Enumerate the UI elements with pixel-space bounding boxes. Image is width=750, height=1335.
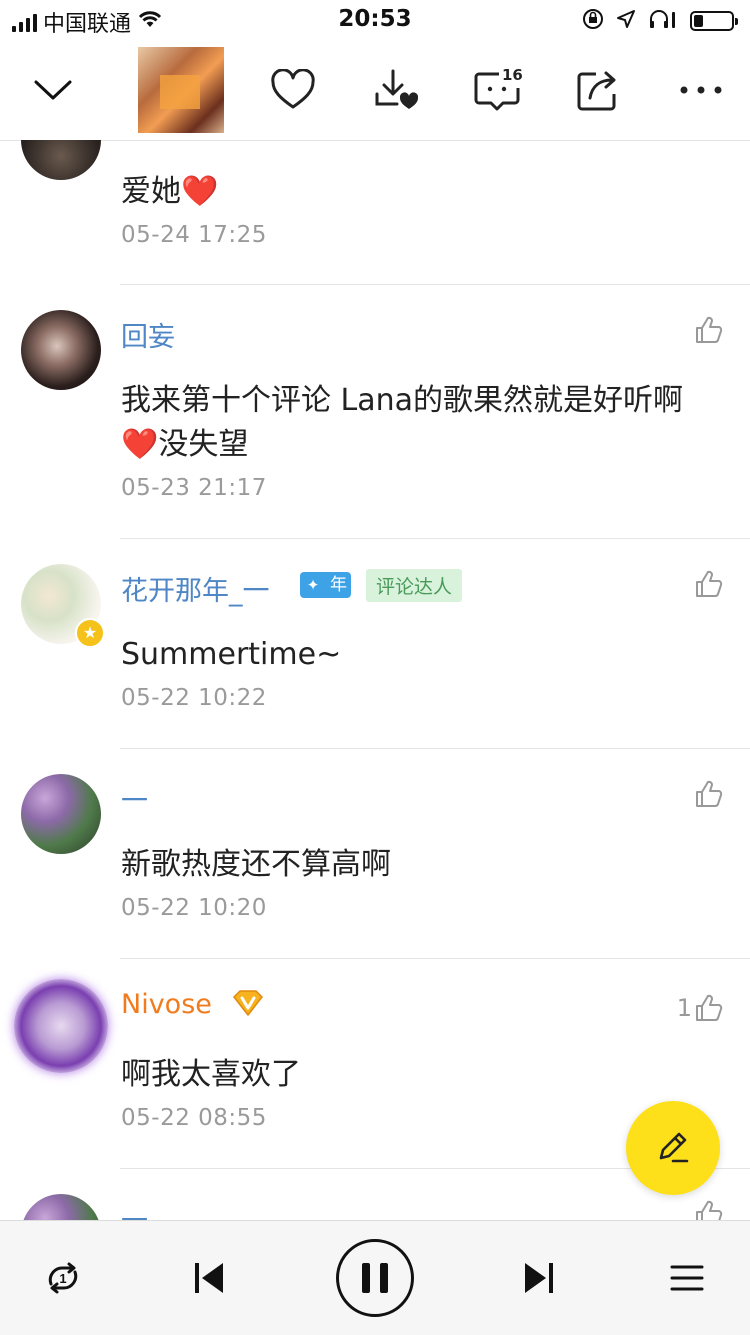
comment-text: 啊我太喜欢了 — [121, 1057, 301, 1092]
write-comment-button[interactable] — [626, 1101, 720, 1195]
like-button[interactable] — [694, 1199, 724, 1220]
like-button[interactable] — [692, 569, 724, 599]
headphones-icon — [648, 8, 678, 34]
like-button[interactable] — [692, 779, 724, 809]
avatar[interactable] — [21, 140, 101, 180]
comment-time: 05-23 21:17 — [121, 475, 267, 501]
battery-icon — [690, 11, 738, 31]
pause-icon — [336, 1239, 414, 1317]
commenter-name[interactable]: 一 — [121, 779, 148, 818]
like-button[interactable] — [692, 315, 724, 345]
more-button[interactable] — [670, 40, 732, 140]
comments-button[interactable] — [466, 40, 528, 140]
comment-time: 05-24 17:25 — [121, 222, 267, 248]
heart-icon — [271, 69, 315, 109]
svg-text:1: 1 — [59, 1271, 66, 1286]
avatar[interactable]: ★ — [21, 564, 105, 648]
skip-previous-icon — [195, 1263, 223, 1293]
comment-list[interactable]: 爱她❤️ 05-24 17:25 回妄 我来第十个评论 Lana的歌果然就是好听… — [0, 140, 750, 1220]
divider — [120, 538, 750, 539]
thumbs-up-icon — [696, 994, 723, 1021]
comment-text: 我来第十个评论 Lana的歌果然就是好听啊 ❤️没失望 — [121, 383, 684, 462]
divider — [120, 958, 750, 959]
thumbs-up-icon — [696, 570, 723, 597]
avatar[interactable] — [21, 310, 101, 390]
status-bar: 中国联通 20:53 — [0, 0, 750, 40]
comment-time: 05-22 10:20 — [121, 895, 267, 921]
star-badge-icon: ★ — [75, 618, 105, 648]
battery-level — [694, 15, 703, 27]
commenter-name[interactable]: Nivose — [121, 989, 212, 1020]
commenter-name[interactable]: 一 — [121, 1199, 148, 1220]
pause-button[interactable] — [330, 1221, 420, 1335]
like-button[interactable]: 1 — [677, 993, 724, 1023]
comment-time: 05-22 10:22 — [121, 685, 267, 711]
commenter-tag: 评论达人 — [366, 569, 463, 602]
like-count: 1 — [676, 994, 692, 1022]
avatar[interactable] — [14, 979, 108, 1073]
share-icon — [577, 71, 616, 111]
next-button[interactable] — [508, 1221, 570, 1335]
favorite-button[interactable] — [262, 40, 324, 140]
download-icon — [375, 69, 419, 109]
edit-pencil-icon — [659, 1132, 689, 1163]
thumbs-up-icon — [696, 780, 723, 807]
rotation-lock-icon — [582, 8, 604, 34]
thumbs-up-icon — [696, 1200, 723, 1220]
divider — [120, 748, 750, 749]
comment-count-badge: 16 — [502, 66, 523, 84]
previous-button[interactable] — [178, 1221, 240, 1335]
divider — [120, 284, 750, 285]
download-button[interactable] — [366, 40, 428, 140]
repeat-one-icon: 1 — [48, 1262, 78, 1294]
location-icon — [616, 9, 636, 33]
album-cover[interactable] — [138, 47, 224, 133]
avatar[interactable] — [21, 774, 101, 854]
trophy-icon: ✦ — [300, 572, 326, 598]
commenter-name[interactable]: 花开那年_一 — [121, 569, 270, 608]
avatar[interactable] — [21, 1194, 101, 1220]
player-toolbar: 16 — [0, 40, 750, 141]
comment-time: 05-22 08:55 — [121, 1105, 267, 1131]
status-right — [582, 8, 738, 34]
collapse-button[interactable] — [20, 40, 86, 140]
commenter-name[interactable]: 回妄 — [121, 315, 175, 354]
year-badge: ✦ 年 — [300, 572, 351, 598]
player-controls: 1 — [0, 1220, 750, 1335]
comment-text: 爱她❤️ — [121, 174, 219, 209]
skip-next-icon — [525, 1263, 553, 1293]
comment-text: Summertime~ — [121, 637, 342, 672]
chevron-down-icon — [34, 80, 72, 100]
thumbs-up-icon — [696, 316, 723, 343]
more-icon — [680, 86, 722, 94]
comment-text: 新歌热度还不算高啊 — [121, 847, 391, 882]
share-button[interactable] — [568, 40, 630, 140]
playlist-button[interactable] — [656, 1221, 718, 1335]
playlist-icon — [670, 1265, 704, 1291]
vip-badge-icon — [232, 989, 264, 1017]
repeat-one-button[interactable]: 1 — [32, 1221, 94, 1335]
